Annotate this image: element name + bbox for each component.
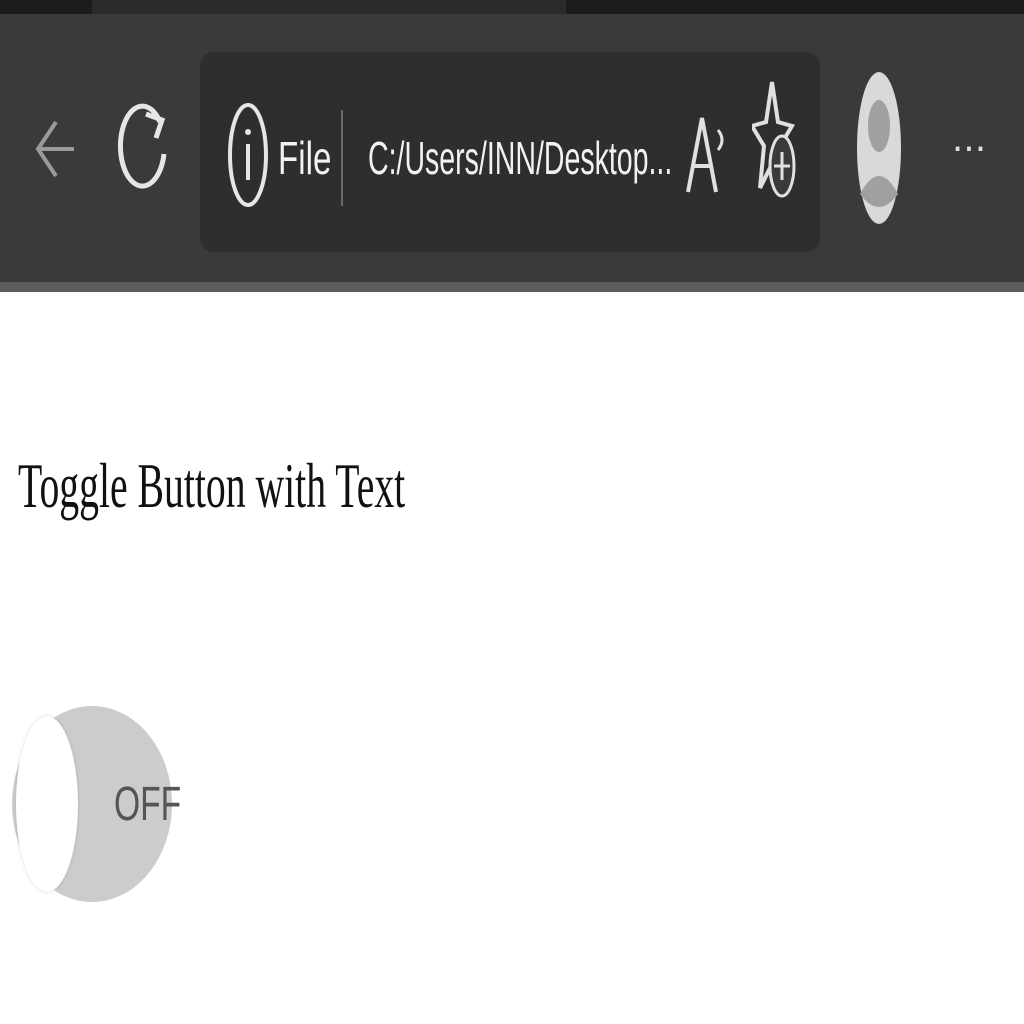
back-arrow-icon[interactable] bbox=[26, 104, 86, 194]
profile-avatar[interactable] bbox=[856, 70, 902, 226]
toggle-switch[interactable]: OFF bbox=[12, 706, 181, 902]
refresh-icon[interactable] bbox=[112, 98, 174, 202]
toggle-state-label: OFF bbox=[114, 778, 182, 831]
address-scheme-label: File bbox=[278, 132, 332, 184]
tab-previous[interactable] bbox=[0, 0, 92, 14]
address-url-text[interactable]: C:/Users/INN/Desktop... bbox=[368, 118, 672, 198]
toolbar-divider bbox=[0, 282, 1024, 292]
tab-next[interactable] bbox=[566, 0, 1024, 14]
page-title: Toggle Button with Text bbox=[18, 450, 406, 521]
toggle-knob[interactable] bbox=[16, 716, 78, 892]
add-favorite-icon[interactable] bbox=[752, 70, 798, 210]
read-aloud-icon[interactable] bbox=[684, 110, 728, 200]
tab-strip bbox=[0, 0, 1024, 14]
more-icon[interactable]: ··· bbox=[946, 120, 992, 180]
info-icon[interactable] bbox=[226, 100, 270, 210]
address-separator bbox=[341, 110, 343, 206]
